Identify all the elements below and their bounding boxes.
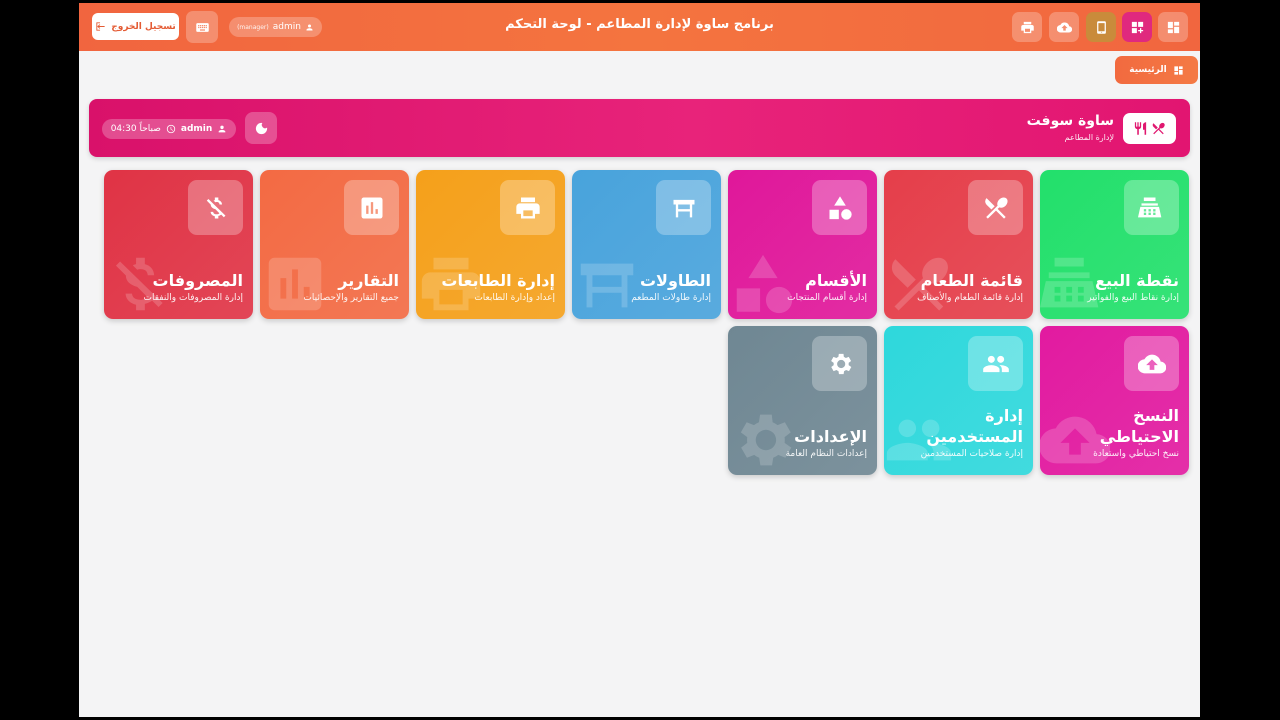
utensils-icon (1134, 122, 1147, 135)
chart-icon (361, 197, 382, 218)
tile-users[interactable]: إدارة المستخدمين إدارة صلاحيات المستخدمين (884, 326, 1033, 475)
top-bar: برنامج ساوة لإدارة المطاعم - لوحة التحكم… (79, 3, 1200, 51)
session-user: admin (180, 124, 213, 134)
tile-icon-box (344, 180, 399, 235)
breadcrumb-home[interactable]: الرئيسية (1115, 56, 1198, 84)
money-off-icon (206, 197, 225, 218)
user-badge: (manager) admin (229, 17, 322, 37)
theme-toggle-button[interactable] (245, 112, 277, 144)
print-button[interactable] (1012, 12, 1042, 42)
dashboard-icon (1174, 65, 1183, 75)
moon-icon (255, 122, 267, 134)
tile-gear[interactable]: الإعدادات إعدادات النظام العامة (728, 326, 877, 475)
tile-icon-box (500, 180, 555, 235)
tile-description: إعداد وإدارة الطابعات (474, 293, 555, 303)
utensils-cross-icon (1152, 122, 1165, 135)
tile-shapes[interactable]: الأقسام إدارة أقسام المنتجات (728, 170, 877, 319)
user-role: (manager) (237, 23, 269, 31)
users-icon (982, 355, 1009, 372)
cash-register-icon (1137, 197, 1161, 217)
printer-icon (1020, 21, 1034, 33)
tile-description: إدارة طاولات المطعم (631, 293, 711, 303)
tile-icon-box (656, 180, 711, 235)
tile-title: الأقسام (805, 271, 867, 290)
tile-icon-box (968, 336, 1023, 391)
tile-description: جميع التقارير والإحصائيات (303, 293, 399, 303)
app-window: برنامج ساوة لإدارة المطاعم - لوحة التحكم… (79, 3, 1200, 717)
brand-name: ساوة سوفت (1026, 113, 1114, 129)
tile-icon-box (188, 180, 243, 235)
tile-description: إدارة صلاحيات المستخدمين (920, 449, 1023, 459)
tile-icon-box (968, 180, 1023, 235)
tile-description: إدارة نقاط البيع والفواتير (1087, 293, 1179, 303)
tile-description: إعدادات النظام العامة (785, 449, 867, 459)
tile-icon-box (1124, 336, 1179, 391)
tile-title: الطاولات (639, 271, 711, 290)
keyboard-icon (195, 22, 209, 32)
keyboard-button[interactable] (186, 11, 218, 43)
tile-printer[interactable]: إدارة الطابعات إعداد وإدارة الطابعات (416, 170, 565, 319)
tile-title: الإعدادات (794, 427, 867, 446)
utensils-icon (984, 196, 1008, 219)
cloud-upload-icon (1056, 21, 1072, 33)
tile-description: إدارة أقسام المنتجات (787, 293, 867, 303)
user-name: admin (272, 22, 301, 32)
tile-chart[interactable]: التقارير جميع التقارير والإحصائيات (260, 170, 409, 319)
tile-icon-box (1124, 180, 1179, 235)
tile-description: نسخ احتياطي واستعادة (1093, 449, 1179, 459)
tile-description: إدارة المصروفات والنفقات (143, 293, 244, 303)
mobile-button[interactable] (1086, 12, 1116, 42)
tile-title: إدارة الطابعات (441, 271, 555, 290)
add-widget-button[interactable] (1122, 12, 1152, 42)
logout-label: تسجيل الخروج (111, 21, 176, 32)
gear-icon (830, 353, 851, 374)
cloud-upload-icon (1137, 354, 1166, 373)
tile-icon-box (812, 336, 867, 391)
tile-title: نقطة البيع (1095, 271, 1179, 290)
breadcrumb-home-label: الرئيسية (1129, 65, 1167, 75)
tile-title: التقارير (338, 271, 399, 290)
brand-logo (1123, 113, 1176, 144)
add-widget-icon (1131, 21, 1143, 33)
tile-title: قائمة الطعام (920, 271, 1023, 290)
printer-icon (515, 197, 540, 218)
dashboard-button[interactable] (1158, 12, 1188, 42)
cloud-upload-button[interactable] (1049, 12, 1079, 42)
logout-icon (96, 22, 105, 31)
header-banner: ساوة سوفت لإدارة المطاعم 04:30 صباحاً ad… (89, 99, 1190, 157)
session-time: 04:30 صباحاً (110, 124, 161, 134)
table-icon (673, 199, 694, 217)
tile-icon-box (812, 180, 867, 235)
tile-title: إدارة المستخدمين (926, 406, 1023, 446)
user-icon (218, 125, 226, 133)
session-info: 04:30 صباحاً admin (102, 119, 236, 139)
tile-title: المصروفات (152, 271, 243, 290)
clock-icon (166, 124, 176, 134)
tile-title: النسخ الاحتياطي (1099, 406, 1179, 446)
tile-money-off[interactable]: المصروفات إدارة المصروفات والنفقات (104, 170, 253, 319)
user-icon (306, 24, 313, 30)
tile-table[interactable]: الطاولات إدارة طاولات المطعم (572, 170, 721, 319)
mobile-icon (1096, 20, 1106, 34)
brand-subtitle: لإدارة المطاعم (1064, 133, 1114, 142)
tile-description: إدارة قائمة الطعام والأصناف (917, 293, 1023, 303)
dashboard-icon (1167, 21, 1179, 33)
tile-cloud-upload[interactable]: النسخ الاحتياطي نسخ احتياطي واستعادة (1040, 326, 1189, 475)
tile-cash-register[interactable]: نقطة البيع إدارة نقاط البيع والفواتير (1040, 170, 1189, 319)
logout-button[interactable]: تسجيل الخروج (92, 13, 179, 40)
shapes-icon (829, 195, 852, 220)
tile-utensils[interactable]: قائمة الطعام إدارة قائمة الطعام والأصناف (884, 170, 1033, 319)
